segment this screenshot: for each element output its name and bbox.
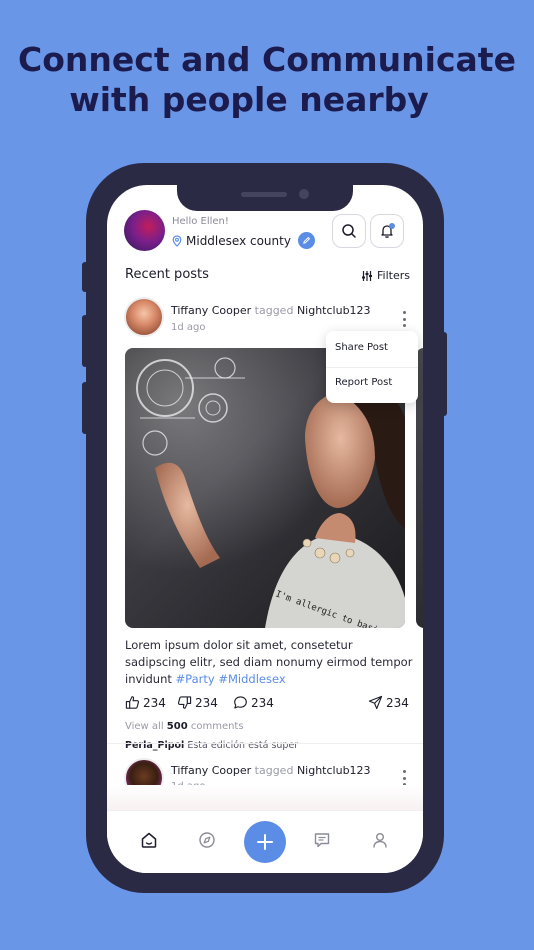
- more-options-icon[interactable]: [399, 311, 409, 327]
- like-count: 234: [143, 695, 166, 710]
- hashtag-party[interactable]: #Party: [176, 672, 215, 686]
- comment-icon: [234, 696, 247, 709]
- thumbs-down-icon: [177, 696, 192, 709]
- post2-author-name[interactable]: Tiffany Cooper: [171, 764, 251, 777]
- dislike-button[interactable]: 234: [177, 695, 218, 710]
- location-pin-icon: [172, 234, 182, 247]
- add-icon: [257, 834, 273, 850]
- share-post-menu-item[interactable]: Share Post: [335, 342, 388, 353]
- post2-tagged-place[interactable]: Nightclub123: [297, 764, 371, 777]
- headline: Connect and Communicate with people near…: [0, 40, 534, 120]
- post-time: 1d ago: [171, 322, 206, 333]
- greeting: Hello Ellen!: [172, 216, 229, 227]
- tagged-place[interactable]: Nightclub123: [297, 304, 371, 317]
- comments-total: 500: [166, 721, 188, 732]
- post2-tagged-word: tagged: [254, 764, 294, 777]
- filters-icon: [362, 270, 372, 281]
- notification-dot: [389, 223, 395, 229]
- comment-text: Esta edición está super: [187, 740, 299, 751]
- view-all-suffix: comments: [190, 721, 244, 732]
- post-divider: [107, 743, 423, 744]
- post2-author-line[interactable]: Tiffany Cooper tagged Nightclub123: [171, 764, 371, 777]
- post-author-avatar[interactable]: [124, 297, 164, 337]
- filters-label: Filters: [377, 269, 410, 282]
- send-icon: [368, 695, 383, 710]
- location-selector[interactable]: Middlesex county: [171, 232, 315, 249]
- location-label: Middlesex county: [186, 233, 291, 248]
- share-count: 234: [386, 695, 409, 710]
- view-all-prefix: View all: [125, 721, 164, 732]
- headline-line-2: with people nearby: [69, 80, 429, 119]
- post-author-line[interactable]: Tiffany Cooper tagged Nightclub123: [171, 304, 371, 317]
- dislike-count: 234: [195, 695, 218, 710]
- latest-comment: Perla_Pipol Esta edición está super: [125, 740, 298, 751]
- post-caption: Lorem ipsum dolor sit amet, consetetur s…: [125, 637, 415, 688]
- speaker-grille: [241, 192, 287, 197]
- report-post-menu-item[interactable]: Report Post: [335, 377, 392, 388]
- nav-add-post-button[interactable]: [244, 821, 286, 863]
- like-button[interactable]: 234: [125, 695, 166, 710]
- post-author-name[interactable]: Tiffany Cooper: [171, 304, 251, 317]
- tagged-word: tagged: [254, 304, 294, 317]
- menu-divider: [326, 367, 418, 368]
- phone-notch: [177, 185, 353, 211]
- explore-icon: [199, 832, 215, 848]
- profile-icon: [373, 833, 387, 848]
- phone-screen: Hello Ellen! Middlesex county Recent pos…: [107, 185, 423, 873]
- view-all-comments-link[interactable]: View all 500 comments: [125, 721, 244, 732]
- section-title: Recent posts: [125, 267, 209, 282]
- filters-button[interactable]: Filters: [361, 269, 410, 282]
- notifications-button[interactable]: [370, 214, 404, 248]
- post-actions: 234 234 234 234: [125, 695, 409, 713]
- search-button[interactable]: [332, 214, 366, 248]
- comment-button[interactable]: 234: [233, 695, 274, 710]
- nav-chat[interactable]: [311, 829, 333, 851]
- chat-icon: [314, 833, 330, 848]
- bottom-navigation: [107, 810, 423, 873]
- headline-line-1: Connect and Communicate: [18, 40, 516, 79]
- comment-count: 234: [251, 695, 274, 710]
- thumbs-up-icon: [125, 696, 140, 709]
- front-camera: [299, 189, 309, 199]
- hashtag-middlesex[interactable]: #Middlesex: [218, 672, 285, 686]
- comment-username[interactable]: Perla_Pipol: [125, 740, 184, 751]
- user-avatar[interactable]: [124, 210, 165, 251]
- post2-more-options-icon[interactable]: [399, 770, 409, 786]
- nav-profile[interactable]: [369, 829, 391, 851]
- home-icon: [141, 832, 157, 848]
- search-icon: [342, 224, 356, 238]
- edit-icon: [303, 236, 311, 244]
- edit-location-button[interactable]: [297, 232, 315, 249]
- nav-explore[interactable]: [196, 829, 218, 851]
- post-options-menu: Share Post Report Post: [326, 331, 418, 403]
- share-button[interactable]: 234: [368, 695, 409, 710]
- nav-home[interactable]: [138, 829, 160, 851]
